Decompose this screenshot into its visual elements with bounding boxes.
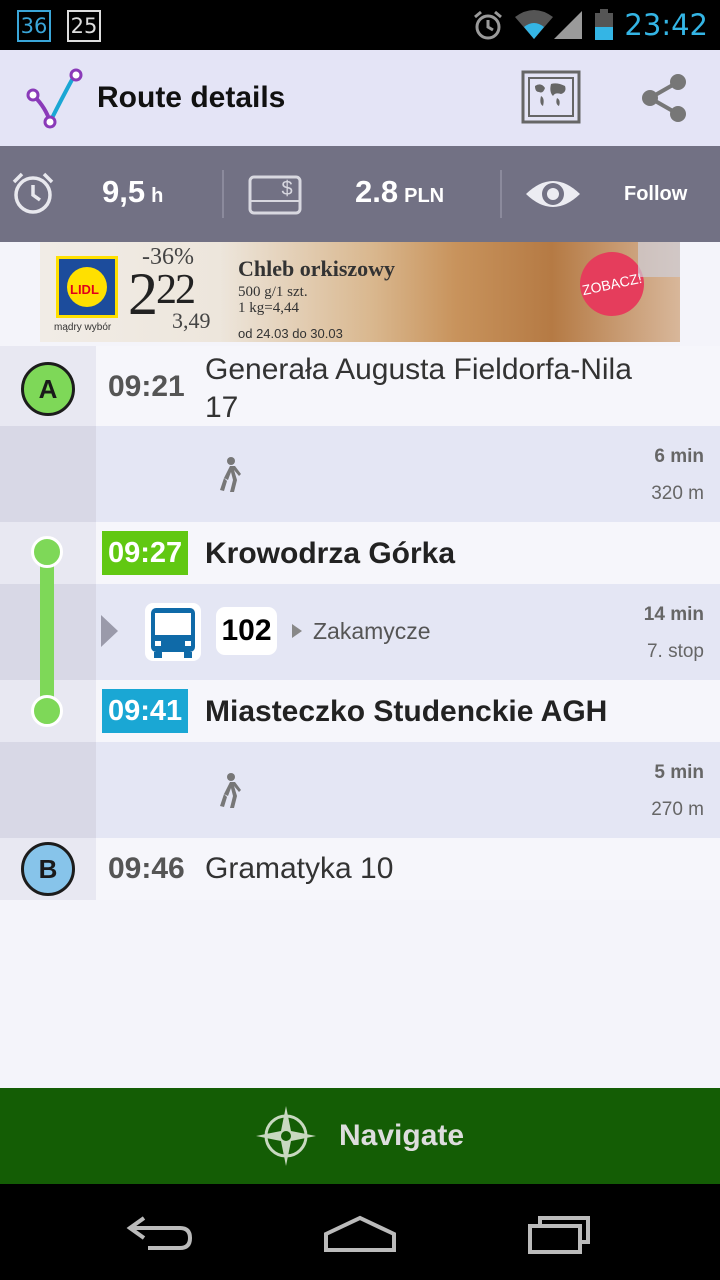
duration-unit: h (151, 185, 164, 207)
screen: 36 25 23:42 Route details 9,5 h $ 2.8 PL… (0, 0, 720, 1280)
route-end-row[interactable]: B 09:46 Gramatyka 10 (0, 838, 720, 900)
ad-banner[interactable]: LIDL mądry wybór -36% 222 3,49 Chleb ork… (40, 242, 680, 342)
board-stop-row[interactable]: 09:27 Krowodrza Górka (0, 522, 720, 584)
ride-duration: 14 min (643, 604, 704, 625)
divider (500, 170, 502, 218)
home-icon[interactable] (322, 1208, 398, 1256)
row-gutter (0, 426, 96, 522)
ad-product: Chleb orkiszowy (238, 256, 396, 281)
row-gutter (0, 742, 96, 838)
alight-time-badge: 09:41 (102, 689, 189, 733)
ad-dates: od 24.03 do 30.03 (238, 326, 343, 341)
route-summary: 9,5 h $ 2.8 PLN Follow (0, 146, 720, 242)
route-start-row[interactable]: A 09:21 Generała Augusta Fieldorfa-Nila … (0, 346, 720, 426)
walk-segment[interactable]: 6 min 320 m (0, 426, 720, 522)
alight-stop-row[interactable]: 09:41 Miasteczko Studenckie AGH (0, 680, 720, 742)
notification-badge: 25 (67, 10, 101, 42)
duration-number: 9,5 (102, 174, 146, 209)
walk-distance: 270 m (651, 799, 704, 820)
signal-icon (554, 11, 582, 39)
page-title: Route details (97, 81, 286, 114)
price-number: 2.8 (355, 174, 399, 209)
walk-icon (220, 773, 241, 808)
alarm-icon (474, 10, 502, 40)
end-time: 09:46 (108, 852, 185, 885)
alarm-clock-icon (12, 172, 54, 214)
ride-direction: Zakamycze (313, 618, 431, 644)
line-number-badge: 102 (216, 607, 277, 655)
back-icon[interactable] (124, 1208, 196, 1256)
start-marker: A (21, 362, 75, 416)
start-stop-name: Generała Augusta Fieldorfa-Nila 17 (205, 351, 632, 427)
end-marker: B (21, 842, 75, 896)
walk-icon (220, 457, 241, 492)
ad-price-int: 2 (128, 261, 158, 327)
walk-segment[interactable]: 5 min 270 m (0, 742, 720, 838)
walk-duration: 5 min (654, 762, 704, 783)
ad-price-dec: 22 (156, 267, 196, 313)
ad-info-icon[interactable] (638, 242, 680, 277)
ticket-icon: $ (248, 175, 302, 215)
walk-duration: 6 min (654, 446, 704, 467)
share-icon[interactable] (638, 72, 690, 124)
follow-button[interactable]: Follow (624, 183, 687, 206)
end-stop-name: Gramatyka 10 (205, 852, 394, 885)
start-name-line: Generała Augusta Fieldorfa-Nila (205, 353, 632, 386)
board-stop-name: Krowodrza Górka (205, 537, 456, 570)
compass-icon (256, 1106, 316, 1166)
notification-badge: 36 (17, 10, 51, 42)
ad-tagline: mądry wybór (54, 322, 112, 333)
start-time: 09:21 (108, 370, 185, 403)
map-icon[interactable] (521, 70, 581, 124)
navigate-button[interactable]: Navigate (0, 1088, 720, 1184)
svg-text:$: $ (281, 178, 292, 200)
divider (222, 170, 224, 218)
battery-icon (595, 9, 613, 40)
ride-end-dot (31, 695, 63, 727)
brand-logo: LIDL (56, 256, 118, 318)
start-name-line: 17 (205, 391, 239, 424)
system-navigation-bar (0, 1184, 720, 1280)
board-time-badge: 09:27 (102, 531, 189, 575)
price-value: 2.8 PLN (355, 174, 444, 210)
brand-name: LIDL (70, 282, 99, 297)
walk-distance: 320 m (651, 483, 704, 504)
eye-icon[interactable] (524, 174, 582, 214)
wifi-icon (515, 10, 553, 39)
alight-stop-name: Miasteczko Studenckie AGH (205, 695, 608, 728)
ride-start-dot (31, 536, 63, 568)
duration-value: 9,5 h (102, 174, 163, 210)
ride-stops: 7. stop (646, 641, 704, 662)
ride-segment[interactable]: 102 Zakamycze 14 min 7. stop (0, 584, 720, 680)
price-unit: PLN (404, 185, 445, 207)
ad-size: 500 g/1 szt. (238, 284, 308, 300)
status-bar: 36 25 23:42 (0, 0, 720, 50)
recents-icon[interactable] (526, 1208, 592, 1256)
app-logo-icon[interactable] (24, 68, 88, 130)
action-bar: Route details (0, 50, 720, 146)
navigate-label: Navigate (339, 1119, 465, 1152)
ride-connector-line (40, 552, 54, 712)
clock: 23:42 (624, 8, 708, 42)
bus-icon (145, 603, 201, 661)
ad-unit-price: 1 kg=4,44 (238, 300, 299, 316)
direction-arrow-icon (292, 624, 302, 638)
expand-arrow-icon[interactable] (101, 615, 118, 647)
ad-old-price: 3,49 (172, 308, 211, 333)
